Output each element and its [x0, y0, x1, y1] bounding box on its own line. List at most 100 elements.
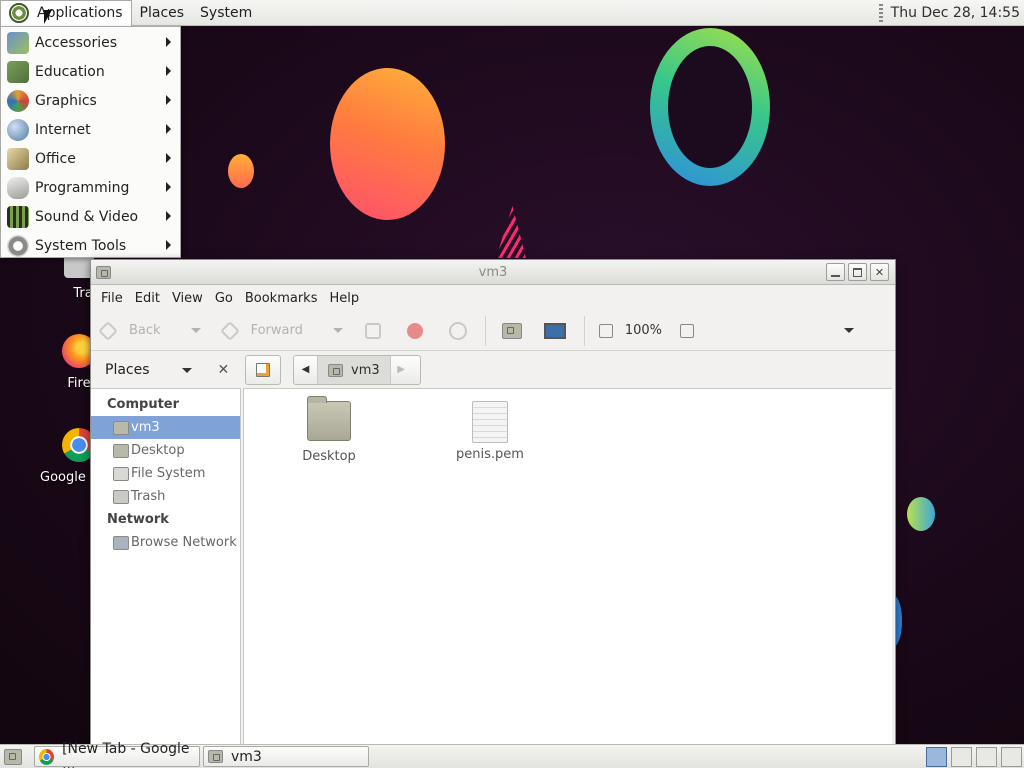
bottom-panel: [New Tab - Google ... vm3: [0, 741, 1024, 768]
show-desktop-icon[interactable]: [4, 748, 22, 765]
up-arrow-icon[interactable]: [364, 322, 381, 339]
submenu-arrow-icon: [166, 182, 171, 192]
forward-history-dropdown-icon[interactable]: [332, 328, 343, 333]
workspace-3[interactable]: [976, 746, 997, 767]
close-icon: ✕: [874, 265, 885, 279]
file-item-desktop[interactable]: Desktop: [274, 396, 384, 464]
computer-icon[interactable]: [543, 322, 566, 339]
places-menu-button[interactable]: Places: [132, 0, 193, 26]
sidebar-title[interactable]: Places: [105, 362, 150, 378]
location-toggle-button[interactable]: [245, 355, 281, 385]
minimize-icon: [831, 275, 840, 277]
menu-go[interactable]: Go: [209, 291, 239, 306]
applications-menu-button[interactable]: Applications: [0, 0, 132, 26]
maximize-button[interactable]: [848, 263, 867, 281]
file-manager-body: Places ✕ Computer vm3 Desktop File Syste…: [91, 352, 895, 744]
top-panel: Applications Places System Thu Dec 28, 1…: [0, 0, 1024, 26]
sidebar-item-desktop[interactable]: Desktop: [91, 439, 240, 462]
menu-item-label: System Tools: [35, 237, 127, 254]
panel-grip-icon[interactable]: [878, 3, 883, 22]
menu-item-programming[interactable]: Programming: [1, 173, 180, 202]
menu-file[interactable]: File: [95, 291, 129, 306]
toolbar-separator: [484, 315, 486, 346]
menu-item-label: Sound & Video: [35, 208, 139, 225]
sidebar-item-file-system[interactable]: File System: [91, 462, 240, 485]
path-right-arrow-icon[interactable]: ▶: [389, 356, 412, 384]
menu-item-internet[interactable]: Internet: [1, 115, 180, 144]
sidebar-item-label: Desktop: [131, 443, 185, 458]
menu-item-graphics[interactable]: Graphics: [1, 86, 180, 115]
menu-item-accessories[interactable]: Accessories: [1, 28, 180, 57]
menu-item-label: Graphics: [35, 92, 97, 109]
minimize-button[interactable]: [826, 263, 845, 281]
submenu-arrow-icon: [166, 211, 171, 221]
menubar: File Edit View Go Bookmarks Help: [91, 285, 895, 311]
menu-edit[interactable]: Edit: [129, 291, 166, 306]
folder-icon: [307, 396, 351, 441]
applications-menu: Accessories Education Graphics Internet …: [0, 26, 181, 258]
wallpaper-orange-oval: [330, 68, 445, 220]
distro-logo-icon: [9, 3, 29, 23]
taskbar-item-vm3[interactable]: vm3: [203, 746, 369, 767]
system-menu-button[interactable]: System: [192, 0, 260, 26]
close-button[interactable]: ✕: [870, 263, 889, 281]
home-folder-icon: [113, 420, 129, 435]
breadcrumb-vm3[interactable]: vm3: [318, 356, 390, 384]
zoom-out-icon[interactable]: [598, 323, 613, 338]
file-item-pem[interactable]: penis.pem: [435, 401, 545, 462]
forward-button[interactable]: Forward: [219, 315, 303, 347]
sidebar-item-label: File System: [131, 466, 206, 481]
sidebar-type-dropdown-icon[interactable]: [181, 367, 192, 373]
menu-item-office[interactable]: Office: [1, 144, 180, 173]
programming-icon: [7, 176, 29, 199]
sidebar-item-label: vm3: [131, 420, 160, 435]
workspace-1[interactable]: [926, 746, 947, 767]
taskbar-item-chrome[interactable]: [New Tab - Google ...: [34, 741, 200, 768]
forward-arrow-icon: [219, 320, 240, 341]
sidebar-item-browse-network[interactable]: Browse Network: [91, 531, 240, 554]
network-icon: [113, 535, 129, 550]
menu-item-label: Programming: [35, 179, 130, 196]
system-tools-icon: [7, 234, 29, 257]
menu-help[interactable]: Help: [323, 291, 365, 306]
clock[interactable]: Thu Dec 28, 14:55: [891, 5, 1020, 21]
desktop-icon-label: Google: [40, 470, 86, 485]
icon-view[interactable]: Desktop penis.pem: [243, 388, 892, 744]
toolbar-overflow-icon[interactable]: [844, 328, 855, 333]
desktop-folder-icon: [113, 443, 129, 458]
sidebar-item-vm3[interactable]: vm3: [91, 416, 240, 439]
reload-icon[interactable]: [448, 321, 467, 340]
submenu-arrow-icon: [166, 37, 171, 47]
stop-icon[interactable]: [406, 322, 423, 339]
office-icon: [7, 147, 29, 170]
workspace-2[interactable]: [951, 746, 972, 767]
desktop-chrome[interactable]: Google: [40, 428, 96, 485]
menu-item-education[interactable]: Education: [1, 57, 180, 86]
edit-location-icon: [256, 363, 270, 377]
trash-icon: [113, 489, 129, 504]
zoom-in-icon[interactable]: [680, 323, 695, 338]
mouse-cursor-icon: [44, 10, 52, 24]
submenu-arrow-icon: [166, 95, 171, 105]
clock-area: Thu Dec 28, 14:55: [878, 3, 1024, 22]
back-button[interactable]: Back: [98, 315, 161, 347]
menu-item-label: Accessories: [35, 34, 118, 51]
sidebar-item-trash[interactable]: Trash: [91, 485, 240, 508]
menu-bookmarks[interactable]: Bookmarks: [239, 291, 324, 306]
window-titlebar[interactable]: vm3 ✕: [91, 260, 895, 285]
menu-view[interactable]: View: [166, 291, 209, 306]
places-label: Places: [139, 4, 185, 21]
back-label: Back: [129, 323, 161, 338]
education-icon: [7, 60, 29, 83]
submenu-arrow-icon: [166, 153, 171, 163]
menu-item-system-tools[interactable]: System Tools: [1, 231, 180, 260]
path-left-arrow-icon[interactable]: ◀: [294, 356, 318, 384]
accessories-icon: [7, 31, 29, 54]
menu-item-sound-video[interactable]: Sound & Video: [1, 202, 180, 231]
file-name: Desktop: [302, 449, 356, 464]
close-sidebar-icon[interactable]: ✕: [218, 362, 230, 378]
home-icon[interactable]: [501, 322, 522, 339]
back-history-dropdown-icon[interactable]: [190, 328, 201, 333]
workspace-4[interactable]: [1001, 746, 1022, 767]
menu-item-label: Education: [35, 63, 105, 80]
